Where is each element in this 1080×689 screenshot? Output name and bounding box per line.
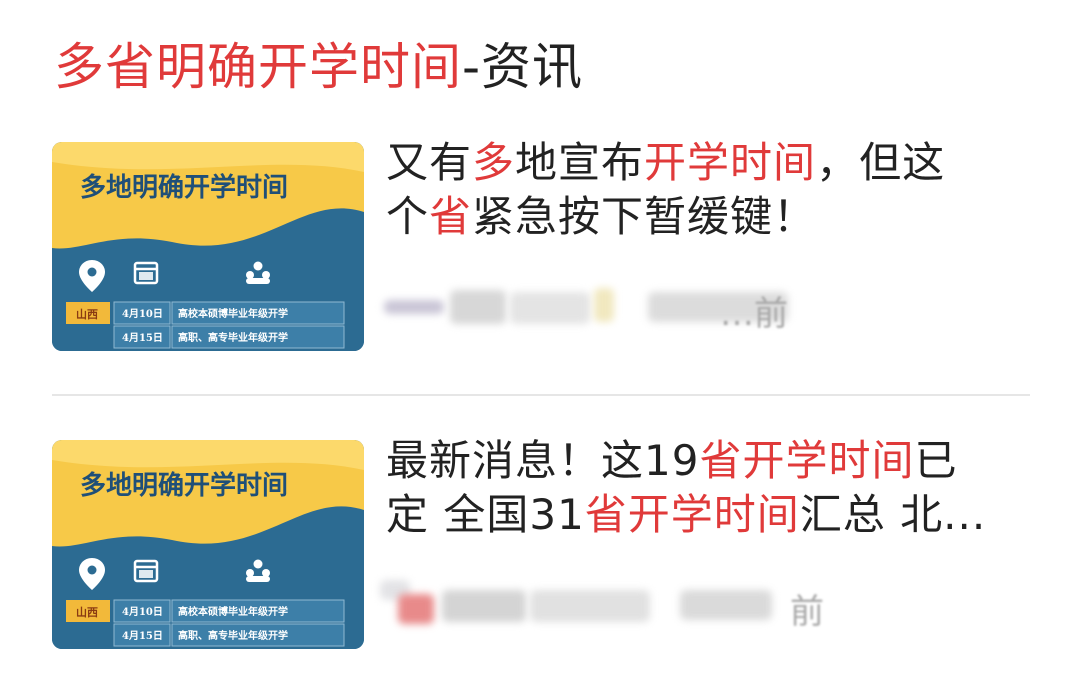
news-title-text: 地宣布 xyxy=(515,138,645,187)
people-icon-left xyxy=(246,271,254,279)
section-title-suffix: -资讯 xyxy=(462,38,584,96)
row-desc: 高校本硕博毕业年级开学 xyxy=(178,307,288,320)
people-icon xyxy=(253,559,263,569)
section-title: 多省明确开学时间-资讯 xyxy=(54,34,583,100)
news-title-line: 又有多地宣布开学时间，但这 xyxy=(386,136,1026,190)
row-desc: 高职、高专毕业年级开学 xyxy=(178,331,288,344)
news-title-text: 最新消息！这19 xyxy=(386,436,700,485)
thumbnail-graphic: 多地明确开学时间山西 4月10日 高校本硕博毕业年级开学 4月15日 高职、高专毕业年级… xyxy=(52,142,364,351)
region-label: 山西 xyxy=(76,605,98,619)
row-date: 4月15日 xyxy=(122,630,163,642)
news-title[interactable]: 又有多地宣布开学时间，但这 个省紧急按下暂缓键！ xyxy=(386,136,1026,244)
news-title-text: 个 xyxy=(386,192,430,241)
section-title-highlight: 多省明确开学时间 xyxy=(54,38,462,96)
location-pin-dot xyxy=(87,267,97,277)
news-meta: 前 xyxy=(380,580,850,632)
meta-source-blurred xyxy=(384,300,444,314)
news-title[interactable]: 最新消息！这19省开学时间已定 全国31省开学时间汇总 北... xyxy=(386,434,1026,542)
people-icon-left xyxy=(246,569,254,577)
meta-source-blurred xyxy=(442,590,526,622)
news-title-highlight: 省开学时间 xyxy=(584,490,800,539)
meta-source-blurred xyxy=(680,590,772,620)
meta-source-blurred xyxy=(398,594,434,624)
region-label: 山西 xyxy=(76,307,98,321)
news-title-highlight: 开学时间 xyxy=(644,138,817,187)
divider xyxy=(52,394,1030,396)
news-title-line: 个省紧急按下暂缓键！ xyxy=(386,190,1026,244)
row-date: 4月15日 xyxy=(122,332,163,344)
news-title-text: 汇总 北... xyxy=(799,490,987,539)
meta-source-blurred xyxy=(594,288,614,322)
news-title-text: ，但这 xyxy=(816,138,946,187)
row-desc: 高职、高专毕业年级开学 xyxy=(178,629,288,642)
people-icon-base xyxy=(246,278,270,284)
news-title-text: 已 xyxy=(914,436,958,485)
news-title-text: 又有 xyxy=(386,138,473,187)
news-thumbnail[interactable]: 多地明确开学时间山西 4月10日 高校本硕博毕业年级开学 4月15日 高职、高专毕业年级… xyxy=(52,142,364,351)
news-title-text: 定 全国31 xyxy=(386,490,585,539)
news-item-1[interactable]: 多地明确开学时间山西 4月10日 高校本硕博毕业年级开学 4月15日 高职、高专毕业年级… xyxy=(0,130,1080,370)
thumbnail-headline: 多地明确开学时间 xyxy=(80,470,288,501)
people-icon-right xyxy=(262,569,270,577)
people-icon-base xyxy=(246,576,270,582)
calendar-grid xyxy=(139,570,153,578)
thumbnail-headline: 多地明确开学时间 xyxy=(80,172,288,203)
news-title-line: 定 全国31省开学时间汇总 北... xyxy=(386,488,1026,542)
meta-time: 前 xyxy=(790,592,824,632)
news-title-text: 紧急按下暂缓键！ xyxy=(472,192,817,241)
news-title-line: 最新消息！这19省开学时间已 xyxy=(386,434,1026,488)
people-icon-right xyxy=(262,271,270,279)
meta-source-blurred xyxy=(450,290,506,324)
meta-time: …前 xyxy=(720,294,788,334)
news-title-highlight: 多 xyxy=(472,138,516,187)
news-title-highlight: 省 xyxy=(429,192,473,241)
meta-source-blurred xyxy=(530,590,650,622)
thumbnail-graphic: 多地明确开学时间山西 4月10日 高校本硕博毕业年级开学 4月15日 高职、高专毕业年级… xyxy=(52,440,364,649)
row-date: 4月10日 xyxy=(122,606,163,618)
news-item-2[interactable]: 多地明确开学时间山西 4月10日 高校本硕博毕业年级开学 4月15日 高职、高专毕业年级… xyxy=(0,428,1080,668)
calendar-grid xyxy=(139,272,153,280)
row-desc: 高校本硕博毕业年级开学 xyxy=(178,605,288,618)
people-icon xyxy=(253,261,263,271)
news-meta: …前 xyxy=(380,282,850,334)
location-pin-dot xyxy=(87,565,97,575)
news-thumbnail[interactable]: 多地明确开学时间山西 4月10日 高校本硕博毕业年级开学 4月15日 高职、高专毕业年级… xyxy=(52,440,364,649)
meta-source-blurred xyxy=(510,292,590,324)
row-date: 4月10日 xyxy=(122,308,163,320)
news-title-highlight: 省开学时间 xyxy=(699,436,915,485)
